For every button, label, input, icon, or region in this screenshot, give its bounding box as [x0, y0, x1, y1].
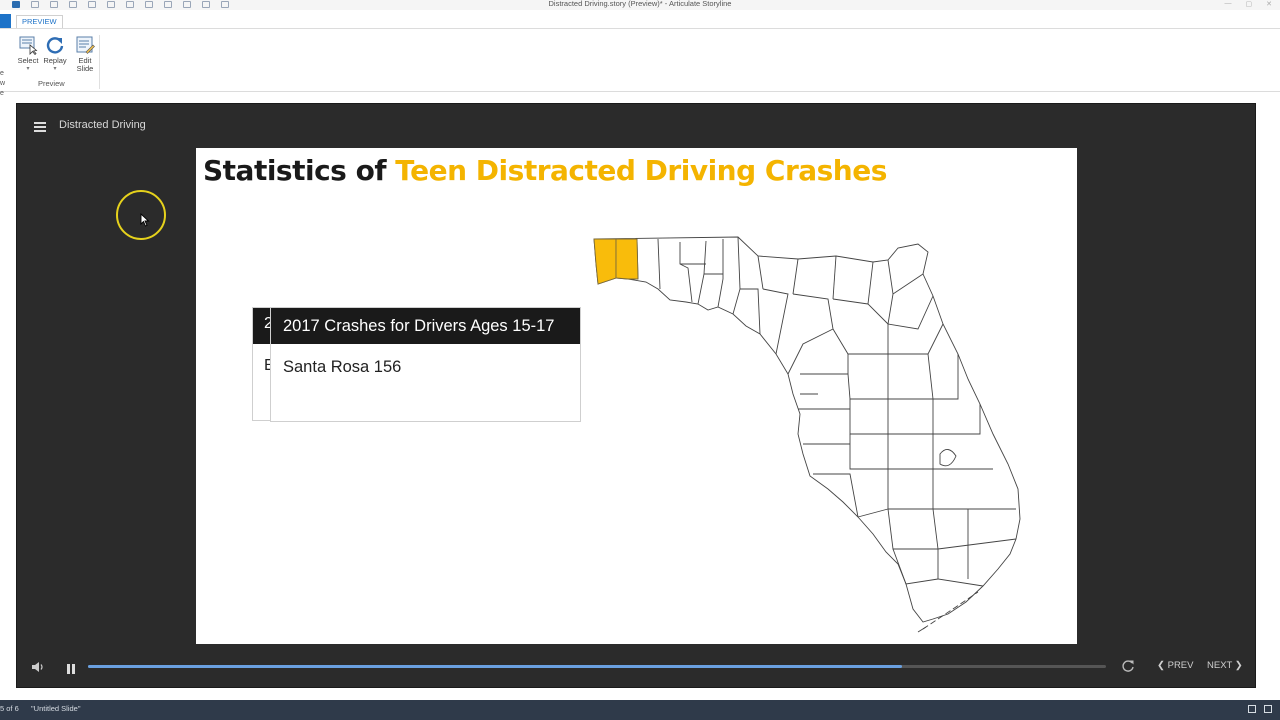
- slide-counter: 5 of 6: [0, 704, 19, 713]
- seekbar-progress: [88, 665, 903, 668]
- hamburger-menu-icon[interactable]: [34, 122, 46, 132]
- pause-icon[interactable]: [67, 661, 77, 674]
- popup-heading: 2017 Crashes for Drivers Ages 15-17: [283, 317, 555, 335]
- ribbon-left-stub-3: e: [0, 90, 4, 97]
- tab-preview[interactable]: PREVIEW: [16, 15, 63, 28]
- replay-label: Replay: [43, 56, 67, 65]
- slide-title: Statistics of Teen Distracted Driving Cr…: [203, 154, 887, 187]
- edit-slide-label-2: Slide: [76, 64, 94, 73]
- edit-slide-button[interactable]: Edit Slide: [71, 35, 99, 73]
- player-controls: ❮ PREV NEXT ❯: [17, 652, 1257, 682]
- chevron-left-icon: ❮: [1157, 660, 1168, 671]
- select-label: Select: [17, 56, 39, 65]
- ribbon-group-label: Preview: [38, 79, 65, 88]
- popup-card: 2017 Crashes for Drivers Ages 15-17 Sant…: [270, 307, 581, 422]
- close-icon[interactable]: ✕: [1266, 0, 1272, 8]
- story-view-icon[interactable]: [1264, 705, 1272, 713]
- edit-slide-icon: [76, 36, 95, 54]
- ribbon-separator: [99, 35, 100, 89]
- ribbon-tabs: PREVIEW: [0, 14, 1280, 59]
- select-button[interactable]: Select ▾: [14, 35, 42, 73]
- slide-title-plain: Statistics of: [203, 154, 396, 187]
- ribbon-left-stub-1: e: [0, 70, 4, 77]
- popup-body: Santa Rosa 156: [283, 358, 402, 376]
- florida-outline: [593, 236, 1021, 623]
- file-tab[interactable]: [0, 14, 11, 28]
- prev-label: PREV: [1167, 660, 1194, 671]
- title-bar: Distracted Driving.story (Preview)* - Ar…: [0, 0, 1280, 10]
- status-bar: 5 of 6 "Untitled Slide": [0, 700, 1280, 720]
- next-button[interactable]: NEXT ❯: [1207, 660, 1243, 671]
- santa-rosa-county: [615, 238, 639, 280]
- replay-button[interactable]: Replay ▾: [41, 35, 69, 73]
- prev-button[interactable]: ❮ PREV: [1157, 660, 1193, 671]
- slide-name: "Untitled Slide": [31, 704, 81, 713]
- slide-title-accent: Teen Distracted Driving Crashes: [395, 154, 887, 187]
- ribbon: e w e Select ▾ Replay ▾ Edit Slide Previ…: [0, 28, 1280, 97]
- minimize-icon[interactable]: —: [1225, 0, 1232, 8]
- course-title: Distracted Driving: [59, 119, 146, 131]
- select-icon: [19, 36, 38, 55]
- escambia-county: [593, 238, 617, 285]
- ribbon-left-stub: e w e: [0, 69, 5, 99]
- mouse-pointer-icon: [140, 213, 150, 227]
- chevron-right-icon: ❯: [1232, 660, 1243, 671]
- seekbar[interactable]: [88, 665, 1106, 668]
- view-mode-icons: [1248, 705, 1272, 713]
- normal-view-icon[interactable]: [1248, 705, 1256, 713]
- window-title: Distracted Driving.story (Preview)* - Ar…: [548, 0, 732, 8]
- slide-canvas: Statistics of Teen Distracted Driving Cr…: [196, 148, 1077, 644]
- next-label: NEXT: [1207, 660, 1233, 671]
- florida-county-map: [593, 236, 1021, 633]
- replay-slide-icon[interactable]: [1121, 659, 1135, 673]
- replay-icon: [46, 37, 64, 54]
- volume-icon[interactable]: [31, 661, 45, 673]
- preview-player: Distracted Driving Statistics of Teen Di…: [16, 103, 1256, 688]
- ribbon-left-stub-2: w: [0, 80, 6, 87]
- window-controls: — ▢ ✕: [1225, 0, 1273, 8]
- maximize-icon[interactable]: ▢: [1246, 0, 1253, 8]
